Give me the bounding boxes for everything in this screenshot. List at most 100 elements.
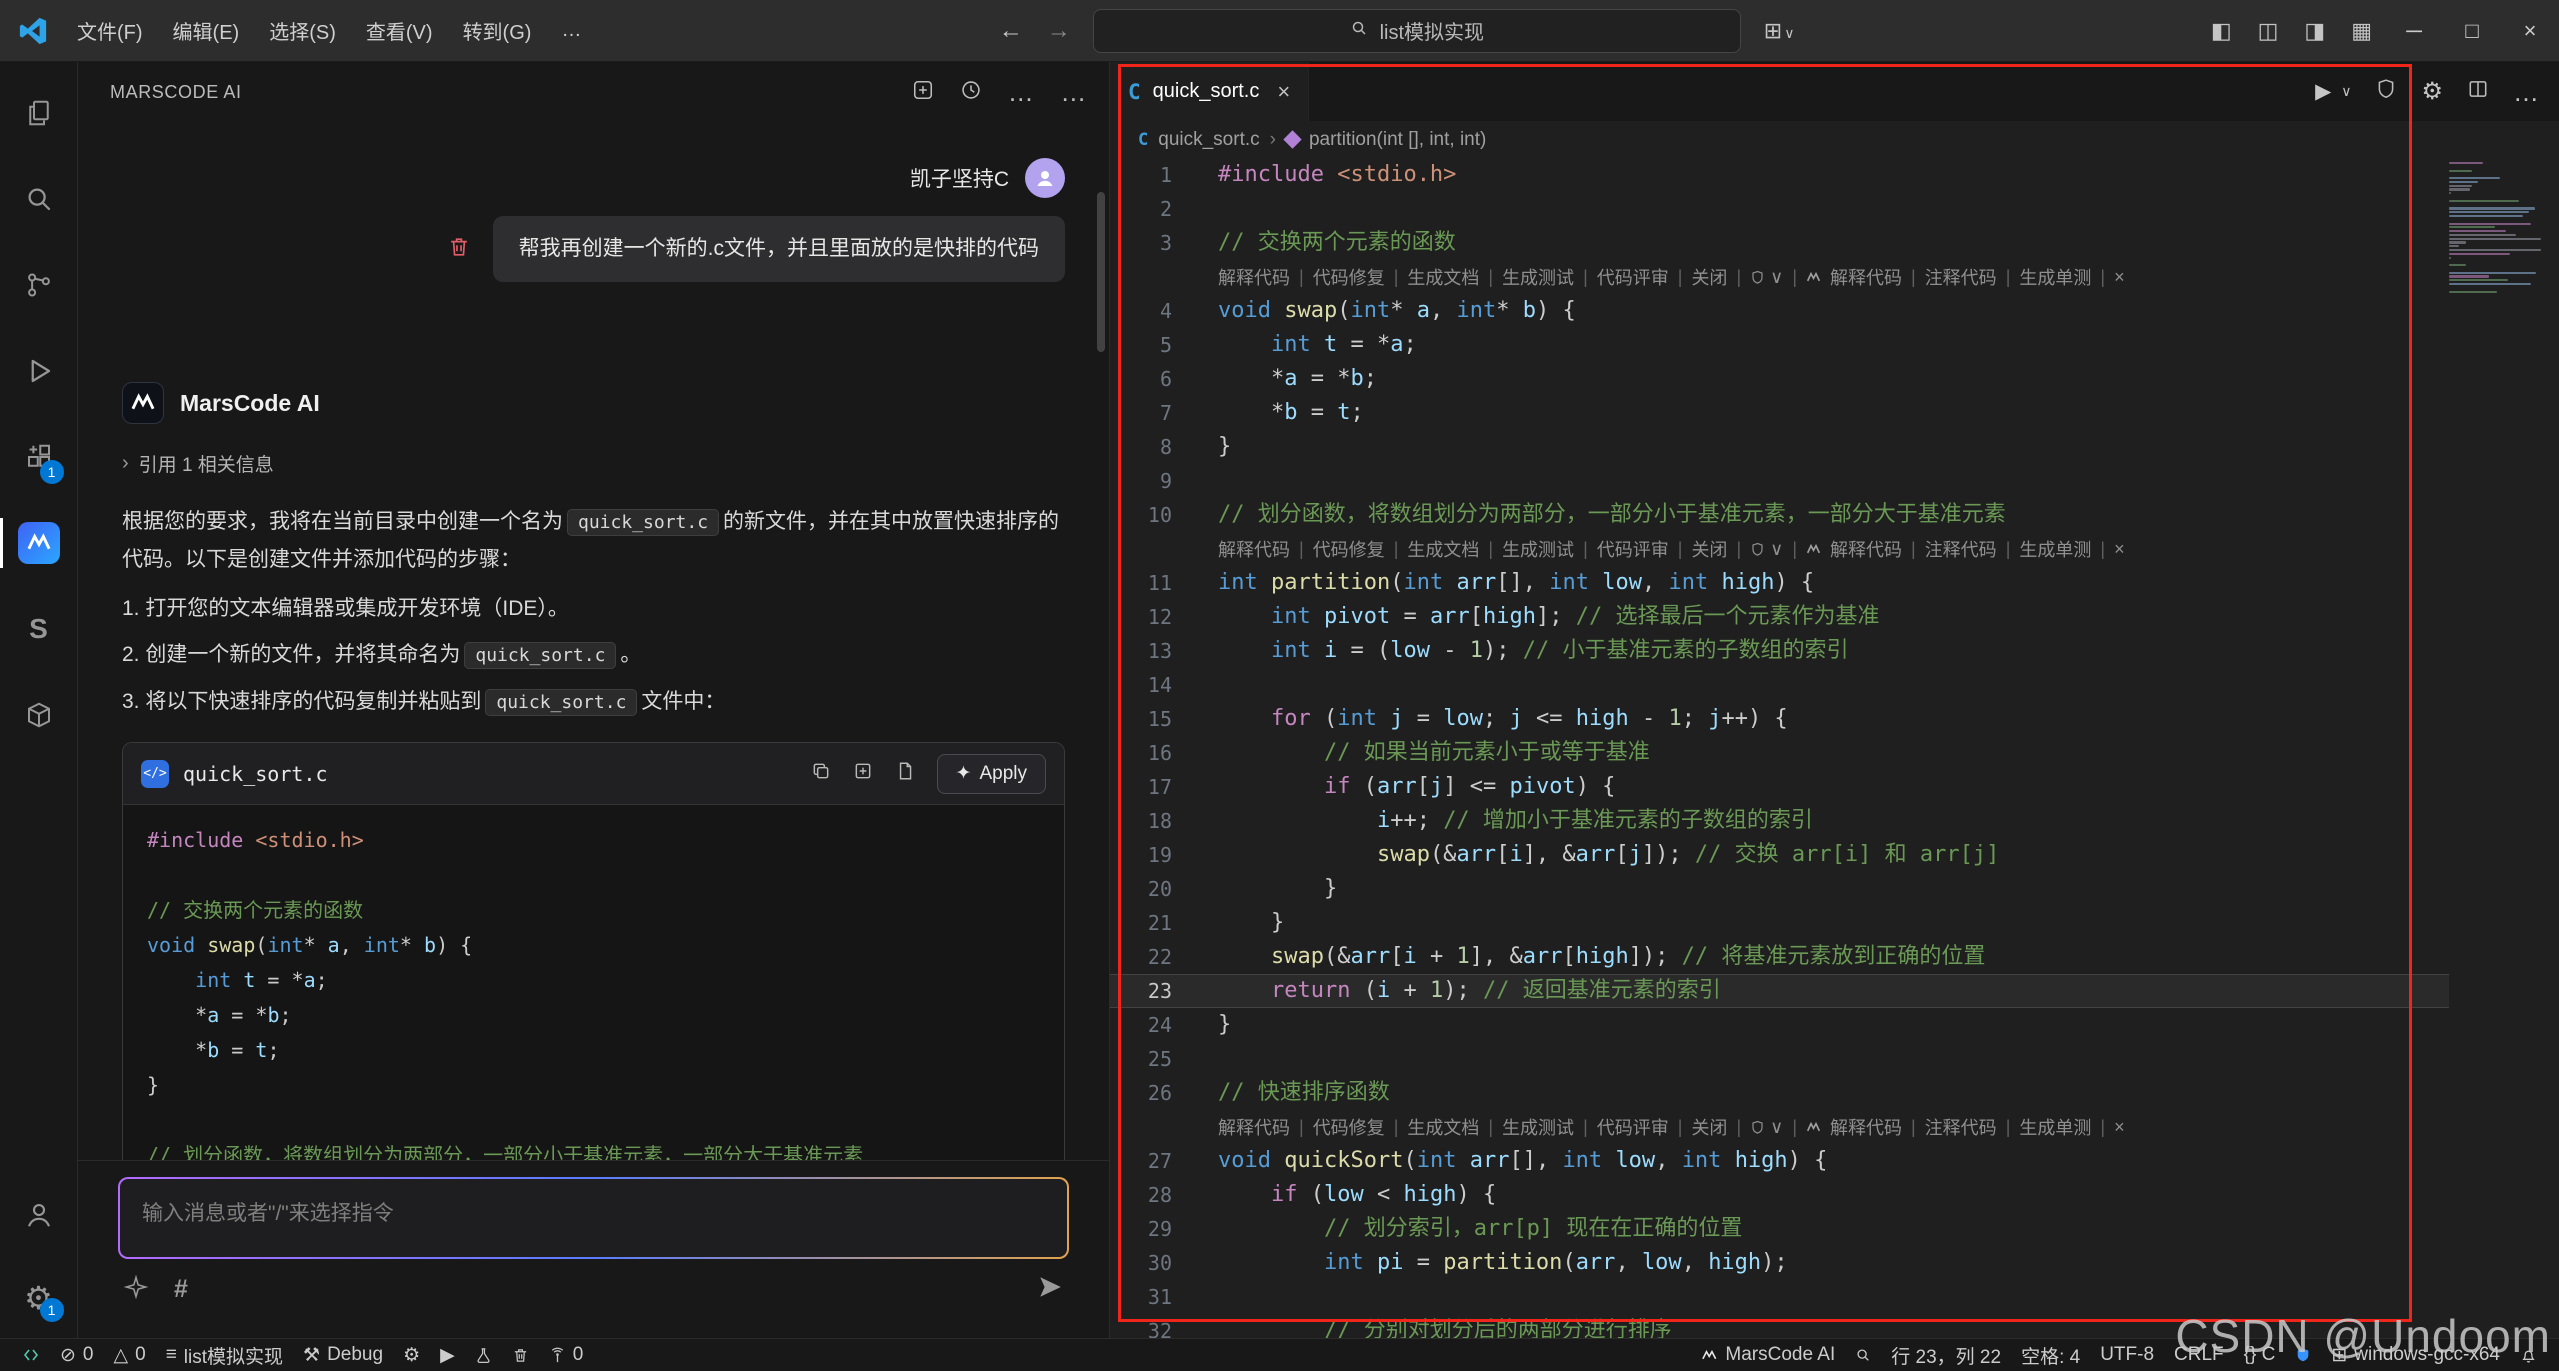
code-line[interactable]: 30 int pi = partition(arr, low, high); — [1110, 1246, 2559, 1280]
codelens-close-icon[interactable]: × — [2114, 539, 2125, 560]
code-line[interactable]: 29 // 划分索引，arr[p] 现在在正确的位置 — [1110, 1212, 2559, 1246]
status-ports[interactable]: 0 — [539, 1339, 594, 1371]
code-line[interactable]: 25 — [1110, 1042, 2559, 1076]
run-file-button[interactable]: ▶ — [2315, 79, 2331, 104]
line-number[interactable]: 1 — [1110, 158, 1200, 192]
code-line[interactable]: 28 if (low < high) { — [1110, 1178, 2559, 1212]
sidebar-item-run-debug[interactable] — [0, 328, 78, 414]
menu-more[interactable]: … — [546, 11, 596, 50]
forward-arrow-icon[interactable]: → — [1035, 17, 1083, 45]
codelens-action[interactable]: 解释代码 — [1218, 264, 1290, 290]
minimap[interactable] — [2449, 162, 2545, 1338]
codelens-action[interactable]: 注释代码 — [1925, 264, 1997, 290]
insert-at-cursor-icon[interactable] — [853, 761, 873, 786]
code-line[interactable]: 32 // 分别对划分后的两部分进行排序 — [1110, 1314, 2559, 1338]
code-line[interactable]: 15 for (int j = low; j <= high - 1; j++)… — [1110, 702, 2559, 736]
panel-more-icon[interactable]: … — [1060, 87, 1087, 97]
line-number[interactable]: 23 — [1110, 974, 1200, 1008]
toggle-secondary-sidebar-icon[interactable]: ◨ — [2291, 18, 2338, 44]
delete-message-icon[interactable] — [447, 235, 471, 264]
codelens-shield-icon[interactable]: ∨ — [1750, 1117, 1783, 1138]
breadcrumb-symbol[interactable]: partition(int [], int, int) — [1309, 129, 1486, 151]
codelens-action[interactable]: 生成测试 — [1502, 536, 1574, 562]
status-indentation[interactable]: 空格: 4 — [2011, 1339, 2090, 1371]
settings-button[interactable]: ⚙ 1 — [0, 1258, 78, 1338]
codelens-action[interactable]: 解释代码 — [1830, 1114, 1902, 1140]
codelens-close-icon[interactable]: × — [2114, 267, 2125, 288]
toggle-panel-icon[interactable]: ◫ — [2245, 18, 2292, 44]
codelens-action[interactable]: 代码修复 — [1313, 536, 1385, 562]
line-number[interactable]: 3 — [1110, 226, 1200, 260]
command-center-search[interactable]: list模拟实现 — [1093, 9, 1741, 53]
sidebar-item-search[interactable] — [0, 156, 78, 242]
code-line[interactable]: 9 — [1110, 464, 2559, 498]
line-number[interactable]: 17 — [1110, 770, 1200, 804]
code-line[interactable]: 23 return (i + 1); // 返回基准元素的索引 — [1110, 974, 2559, 1008]
line-number[interactable]: 27 — [1110, 1144, 1200, 1178]
code-line[interactable]: 18 i++; // 增加小于基准元素的子数组的索引 — [1110, 804, 2559, 838]
menu-e[interactable]: 编辑(E) — [158, 14, 255, 52]
line-number[interactable]: 19 — [1110, 838, 1200, 872]
line-number[interactable]: 32 — [1110, 1314, 1200, 1338]
code-line[interactable]: 12 int pivot = arr[high]; // 选择最后一个元素作为基… — [1110, 600, 2559, 634]
line-number[interactable]: 22 — [1110, 940, 1200, 974]
status-zoom[interactable] — [1845, 1339, 1881, 1371]
line-number[interactable]: 2 — [1110, 192, 1200, 226]
codelens-action[interactable]: 注释代码 — [1925, 1114, 1997, 1140]
codelens-action[interactable]: 生成测试 — [1502, 264, 1574, 290]
skills-icon[interactable] — [124, 1275, 148, 1304]
code-line[interactable]: 4void swap(int* a, int* b) { — [1110, 294, 2559, 328]
line-number[interactable]: 26 — [1110, 1076, 1200, 1110]
sidebar-item-plugin-box[interactable] — [0, 672, 78, 758]
status-problems-warnings[interactable]: △0 — [104, 1339, 156, 1371]
code-line[interactable]: 3// 交换两个元素的函数 — [1110, 226, 2559, 260]
status-problems-errors[interactable]: ⊘0 — [50, 1339, 104, 1371]
codelens-action[interactable]: 解释代码 — [1830, 264, 1902, 290]
history-icon[interactable] — [960, 79, 982, 106]
status-remote[interactable] — [12, 1339, 50, 1371]
codelens-action[interactable]: 代码评审 — [1597, 1114, 1669, 1140]
codelens-action[interactable]: 解释代码 — [1830, 536, 1902, 562]
status-encoding[interactable]: UTF-8 — [2090, 1339, 2164, 1371]
shield-icon[interactable] — [2375, 78, 2397, 106]
line-number[interactable]: 16 — [1110, 736, 1200, 770]
line-number[interactable]: 15 — [1110, 702, 1200, 736]
status-task-list[interactable]: ≡list模拟实现 — [156, 1339, 293, 1371]
status-settings-gear[interactable]: ⚙ — [393, 1339, 430, 1371]
chat-scrollbar[interactable] — [1097, 192, 1105, 352]
codelens-action[interactable]: 代码评审 — [1597, 264, 1669, 290]
line-number[interactable]: 6 — [1110, 362, 1200, 396]
menu-s[interactable]: 选择(S) — [254, 14, 351, 52]
sidebar-item-marscode[interactable] — [0, 500, 78, 586]
line-number[interactable]: 20 — [1110, 872, 1200, 906]
chat-input[interactable]: 输入消息或者"/"来选择指令 — [118, 1177, 1069, 1259]
status-notifications[interactable] — [2510, 1339, 2547, 1371]
new-file-icon[interactable] — [895, 761, 915, 786]
status-eol[interactable]: CRLF — [2164, 1339, 2234, 1371]
status-extension-shield[interactable] — [2285, 1339, 2321, 1371]
line-number[interactable]: 21 — [1110, 906, 1200, 940]
codelens-action[interactable]: 生成单测 — [2019, 1114, 2091, 1140]
code-area[interactable]: 1#include <stdio.h>23// 交换两个元素的函数解释代码|代码… — [1110, 158, 2559, 1338]
code-line[interactable]: 20 } — [1110, 872, 2559, 906]
sidebar-item-explorer[interactable] — [0, 70, 78, 156]
status-debug[interactable]: ⚒Debug — [293, 1339, 393, 1371]
status-run-task[interactable]: ▶ — [430, 1339, 465, 1371]
context-hash-icon[interactable]: # — [174, 1275, 188, 1304]
status-compiler[interactable]: ⊞windows-gcc-x64 — [2321, 1339, 2510, 1371]
code-line[interactable]: 27void quickSort(int arr[], int low, int… — [1110, 1144, 2559, 1178]
menu-g[interactable]: 转到(G) — [448, 14, 547, 52]
line-number[interactable]: 8 — [1110, 430, 1200, 464]
copy-icon[interactable] — [811, 761, 831, 786]
codelens-shield-icon[interactable]: ∨ — [1750, 267, 1783, 288]
tab-close-icon[interactable]: × — [1277, 79, 1290, 105]
codelens-shield-icon[interactable]: ∨ — [1750, 539, 1783, 560]
line-number[interactable]: 10 — [1110, 498, 1200, 532]
codelens-action[interactable]: 注释代码 — [1925, 536, 1997, 562]
line-number[interactable]: 12 — [1110, 600, 1200, 634]
code-line[interactable]: 16 // 如果当前元素小于或等于基准 — [1110, 736, 2559, 770]
reference-toggle[interactable]: › 引用 1 相关信息 — [122, 450, 1065, 477]
line-number[interactable]: 18 — [1110, 804, 1200, 838]
codelens-close-icon[interactable]: × — [2114, 1117, 2125, 1138]
codelens-action[interactable]: 关闭 — [1691, 536, 1727, 562]
